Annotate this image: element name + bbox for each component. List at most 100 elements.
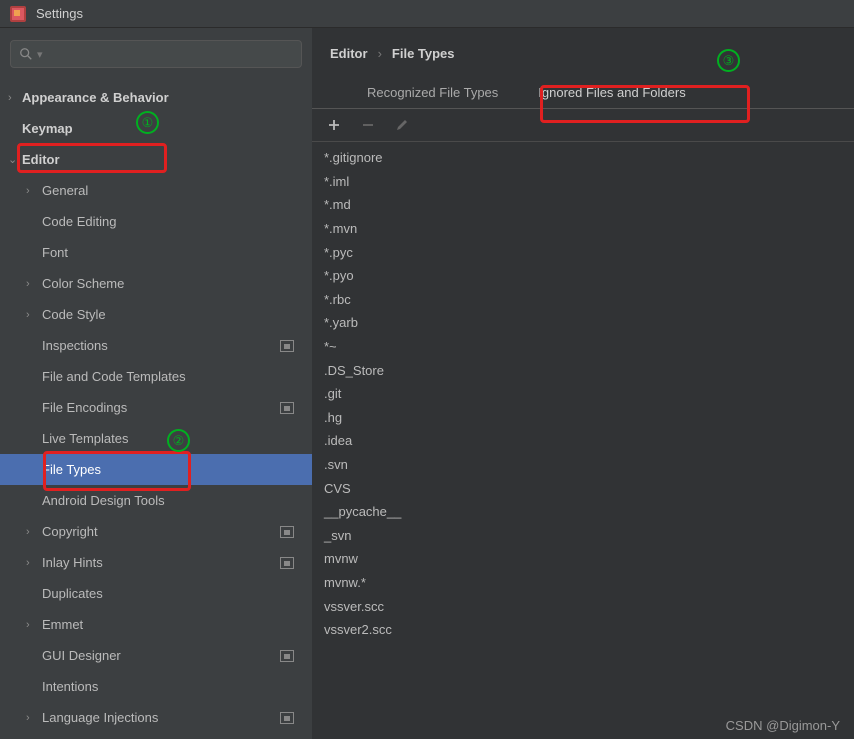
- project-scope-icon: [280, 557, 294, 569]
- sidebar-item-file-types[interactable]: File Types: [0, 454, 312, 485]
- sidebar-item-intentions[interactable]: Intentions: [0, 671, 312, 702]
- sidebar-item-label: File Encodings: [42, 400, 280, 415]
- chevron-icon: ›: [26, 557, 36, 569]
- watermark: CSDN @Digimon-Y: [726, 718, 840, 733]
- list-item[interactable]: *.gitignore: [322, 146, 844, 170]
- breadcrumb-current: File Types: [392, 46, 455, 61]
- sidebar-item-label: Appearance & Behavior: [22, 90, 312, 105]
- chevron-right-icon: ›: [378, 46, 382, 61]
- settings-tree: › Appearance & Behavior Keymap ⌄ Editor ›Gene…: [0, 78, 312, 739]
- chevron-icon: ›: [26, 712, 36, 724]
- chevron-icon: ⌄: [8, 153, 18, 166]
- add-button[interactable]: [326, 117, 342, 133]
- breadcrumb-parent[interactable]: Editor: [330, 46, 368, 61]
- list-item[interactable]: *.iml: [322, 170, 844, 194]
- sidebar-item-label: Emmet: [42, 617, 312, 632]
- list-item[interactable]: *.yarb: [322, 311, 844, 335]
- sidebar-item-font[interactable]: Font: [0, 237, 312, 268]
- list-item[interactable]: *.mvn: [322, 217, 844, 241]
- list-item[interactable]: *~: [322, 335, 844, 359]
- sidebar-item-label: GUI Designer: [42, 648, 280, 663]
- sidebar-item-android-design-tools[interactable]: Android Design Tools: [0, 485, 312, 516]
- sidebar-item-duplicates[interactable]: Duplicates: [0, 578, 312, 609]
- pencil-icon: [395, 118, 409, 132]
- project-scope-icon: [280, 340, 294, 352]
- sidebar-item-label: Live Templates: [42, 431, 312, 446]
- chevron-icon: ›: [26, 278, 36, 290]
- list-item[interactable]: *.md: [322, 193, 844, 217]
- sidebar-item-label: Code Style: [42, 307, 312, 322]
- minus-icon: [361, 118, 375, 132]
- sidebar-item-emmet[interactable]: › Emmet: [0, 609, 312, 640]
- window-title: Settings: [36, 6, 83, 21]
- sidebar-item-code-style[interactable]: › Code Style: [0, 299, 312, 330]
- sidebar-item-file-and-code-templates[interactable]: File and Code Templates: [0, 361, 312, 392]
- sidebar-item-label: Intentions: [42, 679, 312, 694]
- ignore-patterns-list[interactable]: *.gitignore*.iml*.md*.mvn*.pyc*.pyo*.rbc…: [312, 142, 854, 739]
- sidebar-item-inspections[interactable]: Inspections: [0, 330, 312, 361]
- list-item[interactable]: .git: [322, 382, 844, 406]
- settings-sidebar: ▾ › Appearance & Behavior Keymap ⌄ Editor ›Ge…: [0, 28, 312, 739]
- list-item[interactable]: .hg: [322, 406, 844, 430]
- list-item[interactable]: CVS: [322, 476, 844, 500]
- breadcrumb: Editor › File Types: [312, 40, 854, 77]
- sidebar-item-code-editing[interactable]: Code Editing: [0, 206, 312, 237]
- list-item[interactable]: _svn: [322, 524, 844, 548]
- app-logo-icon: [10, 6, 26, 22]
- tabs: Recognized File Types Ignored Files and …: [312, 77, 854, 109]
- sidebar-item-label: Inlay Hints: [42, 555, 280, 570]
- sidebar-item-label: File and Code Templates: [42, 369, 312, 384]
- tab-ignored-files-folders[interactable]: Ignored Files and Folders: [518, 77, 705, 108]
- sidebar-item-live-templates[interactable]: Live Templates: [0, 423, 312, 454]
- list-item[interactable]: mvnw: [322, 547, 844, 571]
- sidebar-item-inlay-hints[interactable]: › Inlay Hints: [0, 547, 312, 578]
- edit-button[interactable]: [394, 117, 410, 133]
- sidebar-item-keymap[interactable]: Keymap: [0, 113, 312, 144]
- sidebar-item-label: Copyright: [42, 524, 280, 539]
- project-scope-icon: [280, 650, 294, 662]
- project-scope-icon: [280, 526, 294, 538]
- sidebar-item-color-scheme[interactable]: › Color Scheme: [0, 268, 312, 299]
- sidebar-item-file-encodings[interactable]: File Encodings: [0, 392, 312, 423]
- list-item[interactable]: vssver2.scc: [322, 618, 844, 642]
- titlebar: Settings: [0, 0, 854, 28]
- list-item[interactable]: *.pyo: [322, 264, 844, 288]
- list-item[interactable]: vssver.scc: [322, 594, 844, 618]
- sidebar-item-editor[interactable]: ⌄ Editor: [0, 144, 312, 175]
- sidebar-item-label: Language Injections: [42, 710, 280, 725]
- sidebar-item-label: Keymap: [22, 121, 312, 136]
- chevron-icon: ›: [26, 619, 36, 631]
- tab-recognized-file-types[interactable]: Recognized File Types: [347, 77, 518, 108]
- sidebar-item-gui-designer[interactable]: GUI Designer: [0, 640, 312, 671]
- sidebar-item-label: Android Design Tools: [42, 493, 312, 508]
- sidebar-item-label: Color Scheme: [42, 276, 312, 291]
- list-item[interactable]: __pycache__: [322, 500, 844, 524]
- list-item[interactable]: *.pyc: [322, 240, 844, 264]
- sidebar-item-label: Duplicates: [42, 586, 312, 601]
- sidebar-item-label: Inspections: [42, 338, 280, 353]
- plus-icon: [327, 118, 341, 132]
- list-item[interactable]: .svn: [322, 453, 844, 477]
- sidebar-item-general[interactable]: ›General: [0, 175, 312, 206]
- sidebar-item-copyright[interactable]: › Copyright: [0, 516, 312, 547]
- sidebar-item-label: Editor: [22, 152, 312, 167]
- list-item[interactable]: .DS_Store: [322, 358, 844, 382]
- sidebar-item-label: File Types: [42, 462, 312, 477]
- project-scope-icon: [280, 712, 294, 724]
- toolbar: [312, 109, 854, 142]
- chevron-icon: ›: [26, 309, 36, 321]
- sidebar-item-language-injections[interactable]: › Language Injections: [0, 702, 312, 733]
- list-item[interactable]: .idea: [322, 429, 844, 453]
- chevron-icon: ›: [26, 185, 36, 197]
- chevron-icon: ›: [26, 526, 36, 538]
- main-panel: Editor › File Types Recognized File Type…: [312, 28, 854, 739]
- search-input[interactable]: ▾: [10, 40, 302, 68]
- search-icon: [19, 47, 33, 61]
- remove-button[interactable]: [360, 117, 376, 133]
- sidebar-item-appearance-behavior[interactable]: › Appearance & Behavior: [0, 82, 312, 113]
- sidebar-item-label: Font: [42, 245, 312, 260]
- list-item[interactable]: *.rbc: [322, 288, 844, 312]
- chevron-icon: ›: [8, 92, 18, 104]
- sidebar-item-label: Code Editing: [42, 214, 312, 229]
- list-item[interactable]: mvnw.*: [322, 571, 844, 595]
